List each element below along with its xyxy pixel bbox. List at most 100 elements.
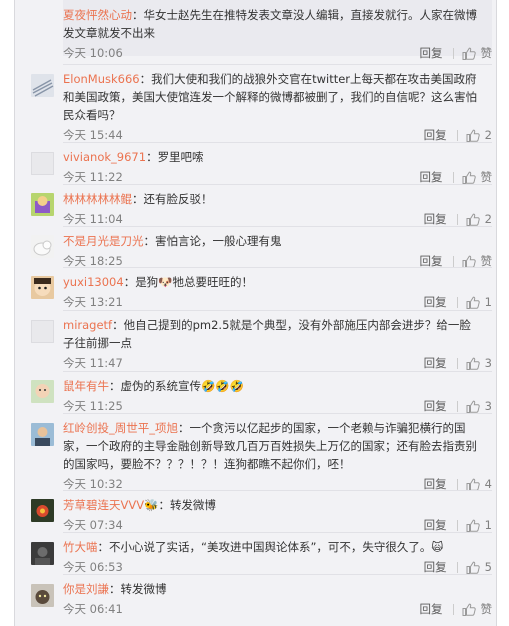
comment-body: 林林林林林鲲：还有脸反驳！ 今天 11:04 回复 2 (63, 190, 496, 228)
comment-time: 今天 10:06 (63, 46, 123, 60)
reply-button[interactable]: 回复 (420, 600, 443, 618)
reply-button[interactable]: 回复 (424, 354, 447, 372)
comment-text-line: 竹大喵：不小心说了实话，“美攻进中国舆论体系”，可不，失守很久了。🙀 (63, 538, 482, 556)
avatar[interactable] (31, 584, 54, 607)
reply-button[interactable]: 回复 (424, 293, 447, 311)
thumbs-up-icon[interactable] (466, 213, 480, 226)
comment-text: 虚伪的系统宣传🤣🤣🤣 (120, 379, 244, 393)
colon-separator: ： (139, 72, 152, 86)
action-divider (456, 478, 458, 490)
commenter-name[interactable]: yuxi13004 (63, 275, 124, 289)
commenter-name[interactable]: 鼠年有牛 (63, 379, 109, 393)
comment-body: 竹大喵：不小心说了实话，“美攻进中国舆论体系”，可不，失守很久了。🙀 今天 06:… (63, 538, 496, 576)
colon-separator: ： (146, 150, 158, 164)
thumbs-up-icon[interactable] (462, 171, 476, 184)
comment-time: 今天 11:47 (63, 356, 123, 370)
action-divider (456, 129, 458, 141)
comment-text-line: 夏夜怦然心动：华女士赵先生在推特发表文章没人编辑，直接发就行。人家在微博发文章就… (63, 6, 482, 42)
commenter-name[interactable]: miragetf (63, 318, 112, 332)
thumbs-up-icon[interactable] (466, 561, 480, 574)
comment-divider (63, 64, 492, 65)
avatar[interactable] (31, 235, 54, 258)
comment-actions: 回复 1 (424, 293, 492, 311)
thumbs-up-icon[interactable] (462, 255, 476, 268)
comment-time: 今天 13:21 (63, 295, 123, 309)
comment-text: 转发微博 (120, 582, 167, 596)
colon-separator: ： (109, 582, 121, 596)
avatar[interactable] (31, 423, 54, 446)
like-count[interactable]: 3 (485, 354, 492, 372)
comment-meta: 今天 11:47 回复 3 (63, 354, 496, 372)
action-divider (452, 603, 454, 615)
avatar[interactable] (31, 193, 54, 216)
comment-text-line: 不是月光是刀光：害怕言论，一般心理有鬼 (63, 232, 482, 250)
commenter-name[interactable]: ElonMusk666 (63, 72, 140, 86)
colon-separator: ： (97, 540, 110, 554)
colon-separator: ： (143, 234, 156, 248)
colon-separator: ： (112, 318, 124, 332)
comment-body: 你是刘謙：转发微博今天 06:41 回复 赞 (63, 580, 496, 618)
comment-body: 芳草碧连天VVV🐝：转发微博 今天 07:34 回复 1 (63, 496, 496, 534)
commenter-name[interactable]: 夏夜怦然心动 (63, 8, 132, 22)
like-count[interactable]: 1 (485, 293, 492, 311)
commenter-name[interactable]: 不是月光是刀光 (63, 234, 144, 248)
thumbs-up-icon[interactable] (466, 519, 480, 532)
comment-meta: 今天 06:41 回复 赞 (63, 600, 496, 618)
comment-actions: 回复 赞 (420, 600, 493, 618)
comment-list: 夏夜怦然心动：华女士赵先生在推特发表文章没人编辑，直接发就行。人家在微博发文章就… (14, 0, 497, 626)
action-divider (456, 357, 458, 369)
comment-text-line: 芳草碧连天VVV🐝：转发微博 (63, 496, 482, 514)
commenter-name[interactable]: 芳草碧连天VVV (63, 498, 144, 512)
comment-meta: 今天 13:21 回复 1 (63, 293, 496, 311)
action-divider (452, 255, 454, 267)
commenter-name[interactable]: 红岭创投_周世平_项旭 (63, 421, 178, 435)
action-divider (456, 561, 458, 573)
comment-divider (63, 310, 492, 311)
commenter-name[interactable]: vivianok_9671 (63, 150, 146, 164)
comment-text-line: miragetf：他自己提到的pm2.5就是个典型，没有外部施压内部会进步？给一… (63, 316, 482, 352)
thumbs-up-icon[interactable] (466, 296, 480, 309)
comment-body: vivianok_9671：罗里吧嗦 今天 11:22 回复赞 (63, 148, 496, 186)
comment-text: 罗里吧嗦 (157, 150, 204, 164)
thumbs-up-icon[interactable] (466, 478, 480, 491)
thumbs-up-icon[interactable] (462, 603, 476, 616)
member-badge-icon: 🐝 (144, 498, 159, 512)
avatar[interactable] (31, 74, 54, 97)
action-divider (456, 400, 458, 412)
reply-button[interactable]: 回复 (420, 44, 443, 62)
thumbs-up-icon[interactable] (462, 47, 476, 60)
like-count[interactable]: 赞 (481, 600, 493, 618)
comment-divider (63, 532, 492, 533)
avatar[interactable] (31, 320, 54, 343)
avatar[interactable] (31, 276, 54, 299)
thumbs-up-icon[interactable] (466, 400, 480, 413)
comment-text-line: 红岭创投_周世平_项旭：一个贪污以亿起步的国家，一个老赖与诈骗犯横行的国家，一个… (63, 419, 482, 473)
comment-divider (63, 371, 492, 372)
avatar[interactable] (31, 542, 54, 565)
avatar[interactable] (31, 380, 54, 403)
avatar[interactable] (31, 152, 54, 175)
comment-text: 是狗🐶牠总要旺旺的！ (135, 275, 254, 289)
comment-body: 红岭创投_周世平_项旭：一个贪污以亿起步的国家，一个老赖与诈骗犯横行的国家，一个… (63, 419, 496, 493)
commenter-name[interactable]: 竹大喵 (63, 540, 98, 554)
comment-divider (63, 184, 492, 185)
commenter-name[interactable]: 你是刘謙 (63, 582, 109, 596)
thumbs-up-icon[interactable] (466, 129, 480, 142)
comment-text: 转发微博 (169, 498, 216, 512)
comment-text-line: 林林林林林鲲：还有脸反驳！ (63, 190, 482, 208)
comment-text-line: yuxi13004：是狗🐶牠总要旺旺的！ (63, 273, 482, 291)
comment-divider (63, 226, 492, 227)
comment-divider (63, 413, 492, 414)
comment-body: 夏夜怦然心动：华女士赵先生在推特发表文章没人编辑，直接发就行。人家在微博发文章就… (63, 6, 496, 62)
commenter-name[interactable]: 林林林林林鲲 (63, 192, 132, 206)
thumbs-up-icon[interactable] (466, 357, 480, 370)
comment-body: ElonMusk666：我们大使和我们的战狼外交官在twitter上每天都在攻击… (63, 70, 496, 144)
comment-body: yuxi13004：是狗🐶牠总要旺旺的！ 今天 13:21 回复 1 (63, 273, 496, 311)
comment-actions: 回复 赞 (420, 44, 493, 62)
comment-text-line: vivianok_9671：罗里吧嗦 (63, 148, 482, 166)
action-divider (456, 519, 458, 531)
avatar[interactable] (31, 499, 54, 522)
like-count[interactable]: 赞 (481, 44, 493, 62)
comment-text-line: 你是刘謙：转发微博 (63, 580, 482, 598)
comment-time: 今天 06:41 (63, 602, 123, 616)
